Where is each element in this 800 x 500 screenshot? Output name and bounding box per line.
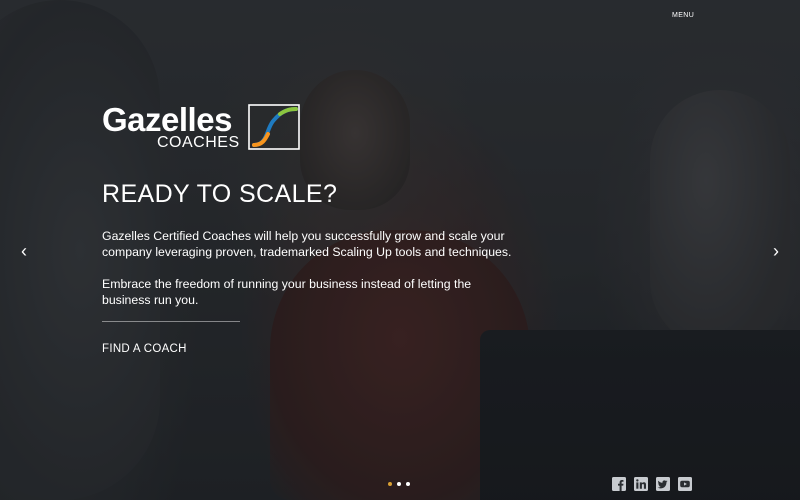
menu-button[interactable]: MENU bbox=[672, 12, 694, 19]
hero-headline: READY TO SCALE? bbox=[102, 180, 338, 208]
logo-subtitle: COACHES bbox=[157, 134, 240, 151]
twitter-icon[interactable] bbox=[656, 477, 670, 491]
gazelles-coaches-logo[interactable]: Gazelles COACHES bbox=[102, 101, 302, 152]
hero-section: MENU Gazelles COACHES READY TO SCALE? Ga… bbox=[0, 0, 800, 500]
hero-divider bbox=[102, 321, 240, 322]
carousel-dot-1[interactable] bbox=[388, 482, 392, 486]
social-links bbox=[612, 477, 692, 491]
facebook-icon[interactable] bbox=[612, 477, 626, 491]
carousel-next-arrow-icon[interactable]: › bbox=[768, 240, 784, 262]
find-a-coach-link[interactable]: FIND A COACH bbox=[102, 343, 187, 355]
carousel-dot-2[interactable] bbox=[397, 482, 401, 486]
hero-paragraph-1: Gazelles Certified Coaches will help you… bbox=[102, 229, 512, 259]
carousel-pagination bbox=[388, 482, 410, 486]
hero-paragraph-2: Embrace the freedom of running your busi… bbox=[102, 277, 472, 307]
carousel-dot-3[interactable] bbox=[406, 482, 410, 486]
logo-s-curve-icon bbox=[248, 104, 300, 150]
carousel-prev-arrow-icon[interactable]: ‹ bbox=[16, 240, 32, 262]
linkedin-icon[interactable] bbox=[634, 477, 648, 491]
youtube-icon[interactable] bbox=[678, 477, 692, 491]
